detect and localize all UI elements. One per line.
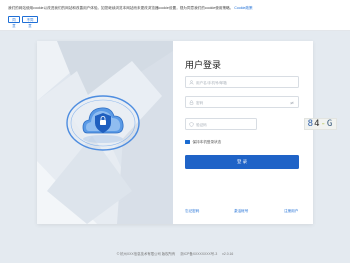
cookie-banner: 我们的网站使用cookie以改进我们的网站和改善用户体验。如您继续浏览本网站而未… xyxy=(0,0,350,31)
shield-check-icon xyxy=(189,122,194,127)
forgot-password-link[interactable]: 忘记密码 xyxy=(185,209,199,214)
login-form: 用户登录 用户名/手机号/邮箱 密码 验证码 84-G 保持本机登录状态 登 录… xyxy=(173,41,337,224)
page-footer: © 杭州XXX信息技术有限公司 版权所有 浙ICP备XXXXXXXX号-3 v2… xyxy=(0,251,350,256)
cookie-policy-link[interactable]: Cookie政策 xyxy=(234,6,252,10)
eye-off-icon[interactable] xyxy=(290,100,294,105)
version-text: v2.0.16 xyxy=(222,252,234,256)
activate-account-link[interactable]: 激活帐号 xyxy=(234,209,248,214)
cloud-shield-illustration xyxy=(37,41,173,224)
cookie-notice-text: 我们的网站使用cookie以改进我们的网站和改善用户体验。如您继续浏览本网站而未… xyxy=(8,6,234,10)
icp-license-link[interactable]: 浙ICP备XXXXXXXX号-3 xyxy=(180,252,217,256)
username-input[interactable]: 用户名/手机号/邮箱 xyxy=(185,76,299,88)
remember-label: 保持本机登录状态 xyxy=(192,140,222,145)
user-icon xyxy=(189,80,194,85)
lock-icon xyxy=(189,100,194,105)
copyright-text: © 杭州XXX信息技术有限公司 版权所有 xyxy=(116,252,176,256)
captcha-input[interactable]: 验证码 xyxy=(185,118,257,130)
cookie-notice: 我们的网站使用cookie以改进我们的网站和改善用户体验。如您继续浏览本网站而未… xyxy=(8,6,344,11)
username-placeholder: 用户名/手机号/邮箱 xyxy=(196,80,227,85)
page-title: 用户登录 xyxy=(185,60,222,70)
login-button[interactable]: 登 录 xyxy=(185,155,299,169)
security-illustration xyxy=(37,41,173,224)
login-card: 用户登录 用户名/手机号/邮箱 密码 验证码 84-G 保持本机登录状态 登 录… xyxy=(37,41,337,224)
remember-me[interactable]: 保持本机登录状态 xyxy=(185,139,222,146)
cookie-accept-button[interactable]: 同 意 xyxy=(8,16,20,28)
password-input[interactable]: 密码 xyxy=(185,96,299,108)
remember-checkbox[interactable] xyxy=(185,139,190,144)
captcha-char: G xyxy=(326,119,334,129)
captcha-image[interactable]: 84-G xyxy=(304,118,337,130)
captcha-placeholder: 验证码 xyxy=(196,122,207,127)
register-link[interactable]: 注册用户 xyxy=(284,209,298,214)
cookie-reject-button[interactable]: 不同意 xyxy=(22,16,38,28)
password-placeholder: 密码 xyxy=(196,100,204,105)
